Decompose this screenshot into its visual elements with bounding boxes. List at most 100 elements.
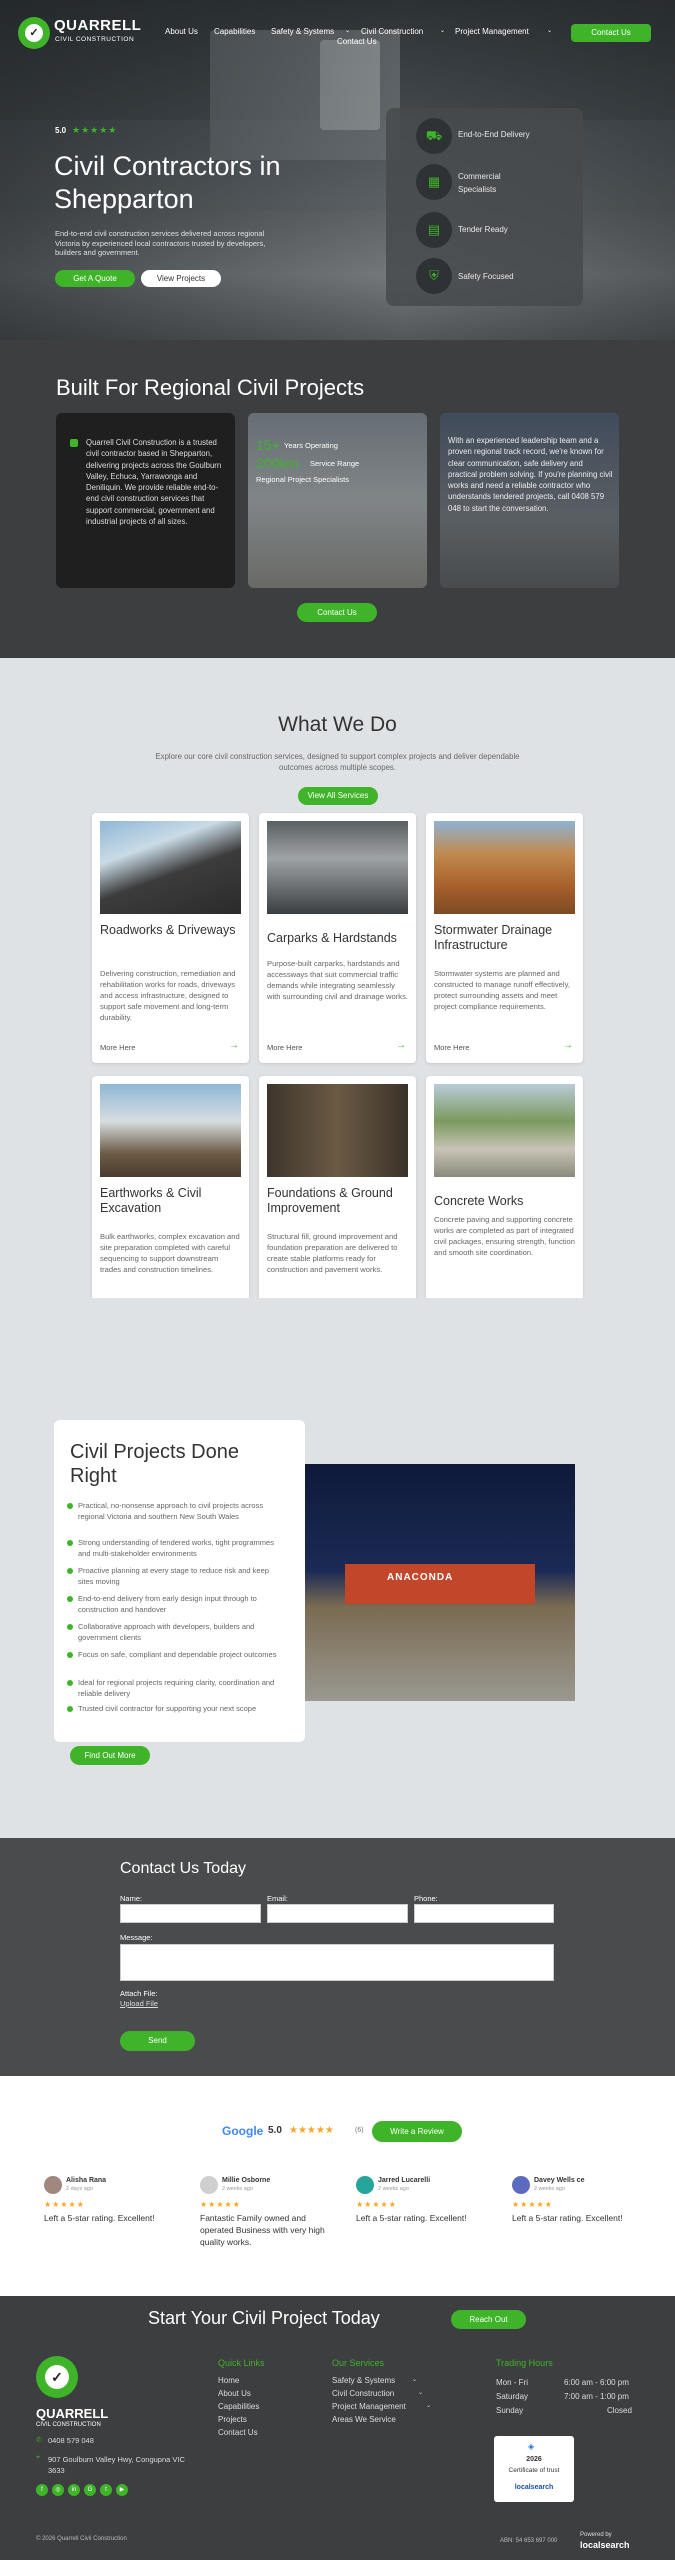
message-textarea[interactable]: [120, 1944, 554, 1981]
service-card-stormwater[interactable]: Stormwater Drainage Infrastructure Storm…: [426, 813, 583, 1063]
chevron-down-icon[interactable]: ⌄: [426, 2400, 431, 2413]
projects-title: Civil Projects Done Right: [70, 1441, 239, 1487]
chevron-down-icon[interactable]: ⌄: [547, 27, 552, 34]
header-contact-button[interactable]: Contact Us: [571, 24, 651, 42]
nav-project-management[interactable]: Project Management: [455, 27, 529, 36]
review-date: 2 weeks ago: [222, 2186, 253, 2192]
email-label: Email:: [267, 1894, 288, 1903]
regional-contact-button[interactable]: Contact Us: [297, 603, 377, 622]
footer-service-areas[interactable]: Areas We Service: [332, 2413, 396, 2426]
project-point: Proactive planning at every stage to red…: [67, 1566, 278, 1587]
reviewer-name: Jarred Lucarelli: [378, 2177, 431, 2184]
reviewer-name: Davey Wells ce: [534, 2177, 585, 2184]
chevron-down-icon[interactable]: ⌄: [345, 27, 350, 34]
service-description: Delivering construction, remediation and…: [100, 969, 236, 1022]
check-icon: [67, 1652, 73, 1658]
get-quote-button[interactable]: Get A Quote: [55, 270, 135, 287]
trust-badge[interactable]: ◈ 2026 Certificate of trust localsearch: [494, 2436, 574, 2502]
brand-name[interactable]: QUARRELL: [54, 17, 141, 34]
nav-capabilities[interactable]: Capabilities: [214, 27, 255, 36]
name-input[interactable]: [120, 1904, 261, 1923]
service-more-link[interactable]: More Here: [267, 1043, 302, 1052]
service-description: Purpose-built carparks, hardstands and a…: [267, 959, 408, 1001]
hours-day: Sunday: [496, 2406, 524, 2415]
hero-title: Civil Contractors in Shepparton: [54, 151, 281, 214]
footer-link-contact[interactable]: Contact Us: [218, 2426, 258, 2439]
contact-title: Contact Us Today: [120, 1860, 246, 1877]
footer-service-project[interactable]: Project Management: [332, 2400, 406, 2413]
footer-link-capabilities[interactable]: Capabilities: [218, 2400, 259, 2413]
project-point: Ideal for regional projects requiring cl…: [67, 1678, 278, 1699]
hours-time: 6:00 am - 6:00 pm: [564, 2378, 629, 2387]
arrow-right-icon[interactable]: →: [229, 1040, 239, 1051]
google-icon[interactable]: G: [84, 2484, 96, 2496]
reviewer-name: Alisha Rana: [66, 2177, 107, 2184]
service-title: Earthworks & Civil Excavation: [100, 1186, 202, 1215]
logo-icon[interactable]: ✓: [18, 17, 50, 49]
upload-file-link[interactable]: Upload File: [120, 1999, 158, 2008]
footer-service-civil[interactable]: Civil Construction: [332, 2387, 394, 2400]
powered-brand[interactable]: localsearch: [580, 2540, 630, 2550]
review-date: 2 weeks ago: [534, 2186, 565, 2192]
chevron-down-icon[interactable]: ⌄: [440, 27, 445, 34]
project-point: Trusted civil contractor for supporting …: [67, 1704, 278, 1715]
google-rating: 5.0: [268, 2125, 282, 2136]
avatar: [356, 2176, 374, 2194]
view-projects-button[interactable]: View Projects: [141, 270, 221, 287]
review-stars: ★★★★★: [44, 2200, 85, 2209]
send-button[interactable]: Send: [120, 2031, 195, 2051]
hours-time: Closed: [607, 2406, 632, 2415]
footer-link-about[interactable]: About Us: [218, 2387, 251, 2400]
view-all-services-button[interactable]: View All Services: [298, 787, 378, 805]
service-title: Stormwater Drainage Infrastructure: [434, 923, 553, 952]
chevron-down-icon[interactable]: ⌄: [418, 2387, 423, 2400]
service-card-roadworks[interactable]: Roadworks & Driveways Delivering constru…: [92, 813, 249, 1063]
service-title: Foundations & Ground Improvement: [267, 1186, 393, 1215]
stat-range-number: 200km: [256, 455, 299, 471]
footer-link-projects[interactable]: Projects: [218, 2413, 247, 2426]
hours-day: Saturday: [496, 2392, 529, 2401]
reviews-section: Google 5.0 ★★★★★ (6) Write a Review Alis…: [0, 2076, 675, 2296]
instagram-icon[interactable]: ◎: [52, 2484, 64, 2496]
footer-service-safety[interactable]: Safety & Systems: [332, 2374, 395, 2387]
project-point: Focus on safe, compliant and dependable …: [67, 1650, 278, 1661]
service-more-link[interactable]: More Here: [100, 1043, 135, 1052]
message-label: Message:: [120, 1933, 153, 1942]
nav-contact[interactable]: Contact Us: [337, 37, 377, 46]
regional-card-leadership: With an experienced leadership team and …: [440, 413, 619, 588]
nav-about[interactable]: About Us: [165, 27, 198, 36]
project-point: Collaborative approach with developers, …: [67, 1622, 278, 1643]
twitter-icon[interactable]: t: [100, 2484, 112, 2496]
chevron-down-icon[interactable]: ⌄: [412, 2374, 417, 2387]
nav-safety[interactable]: Safety & Systems: [271, 27, 334, 36]
youtube-icon[interactable]: ▶: [116, 2484, 128, 2496]
our-services-heading: Our Services: [332, 2358, 385, 2368]
facebook-icon[interactable]: f: [36, 2484, 48, 2496]
services-title: What We Do: [278, 713, 397, 736]
feature-safety: Safety Focused: [458, 272, 514, 281]
service-card-foundations[interactable]: Foundations & Ground Improvement Structu…: [259, 1076, 416, 1326]
service-description: Stormwater systems are planned and const…: [434, 969, 570, 1011]
arrow-right-icon[interactable]: →: [396, 1040, 406, 1051]
nav-civil[interactable]: Civil Construction: [361, 27, 423, 36]
review-date: 2 weeks ago: [378, 2186, 409, 2192]
footer-address: 907 Goulburn Valley Hwy, Congupna VIC 36…: [48, 2455, 185, 2475]
service-card-earthworks[interactable]: Earthworks & Civil Excavation Bulk earth…: [92, 1076, 249, 1326]
reach-out-button[interactable]: Reach Out: [451, 2310, 526, 2329]
footer-link-home[interactable]: Home: [218, 2374, 239, 2387]
linkedin-icon[interactable]: in: [68, 2484, 80, 2496]
email-input[interactable]: [267, 1904, 408, 1923]
avatar: [44, 2176, 62, 2194]
footer-section: Start Your Civil Project Today Reach Out…: [0, 2296, 675, 2560]
service-card-carparks[interactable]: Carparks & Hardstands Purpose-built carp…: [259, 813, 416, 1063]
service-card-concrete[interactable]: Concrete Works Concrete paving and suppo…: [426, 1076, 583, 1326]
arrow-right-icon[interactable]: →: [563, 1040, 573, 1051]
brand-tagline: CIVIL CONSTRUCTION: [55, 36, 135, 43]
footer-logo-icon[interactable]: ✓: [36, 2356, 78, 2398]
service-more-link[interactable]: More Here: [434, 1043, 469, 1052]
footer-phone[interactable]: 0408 579 048: [48, 2436, 94, 2445]
find-out-more-button[interactable]: Find Out More: [70, 1746, 150, 1765]
phone-input[interactable]: [414, 1904, 554, 1923]
write-review-button[interactable]: Write a Review: [372, 2121, 462, 2142]
concrete-image: [434, 1084, 575, 1177]
